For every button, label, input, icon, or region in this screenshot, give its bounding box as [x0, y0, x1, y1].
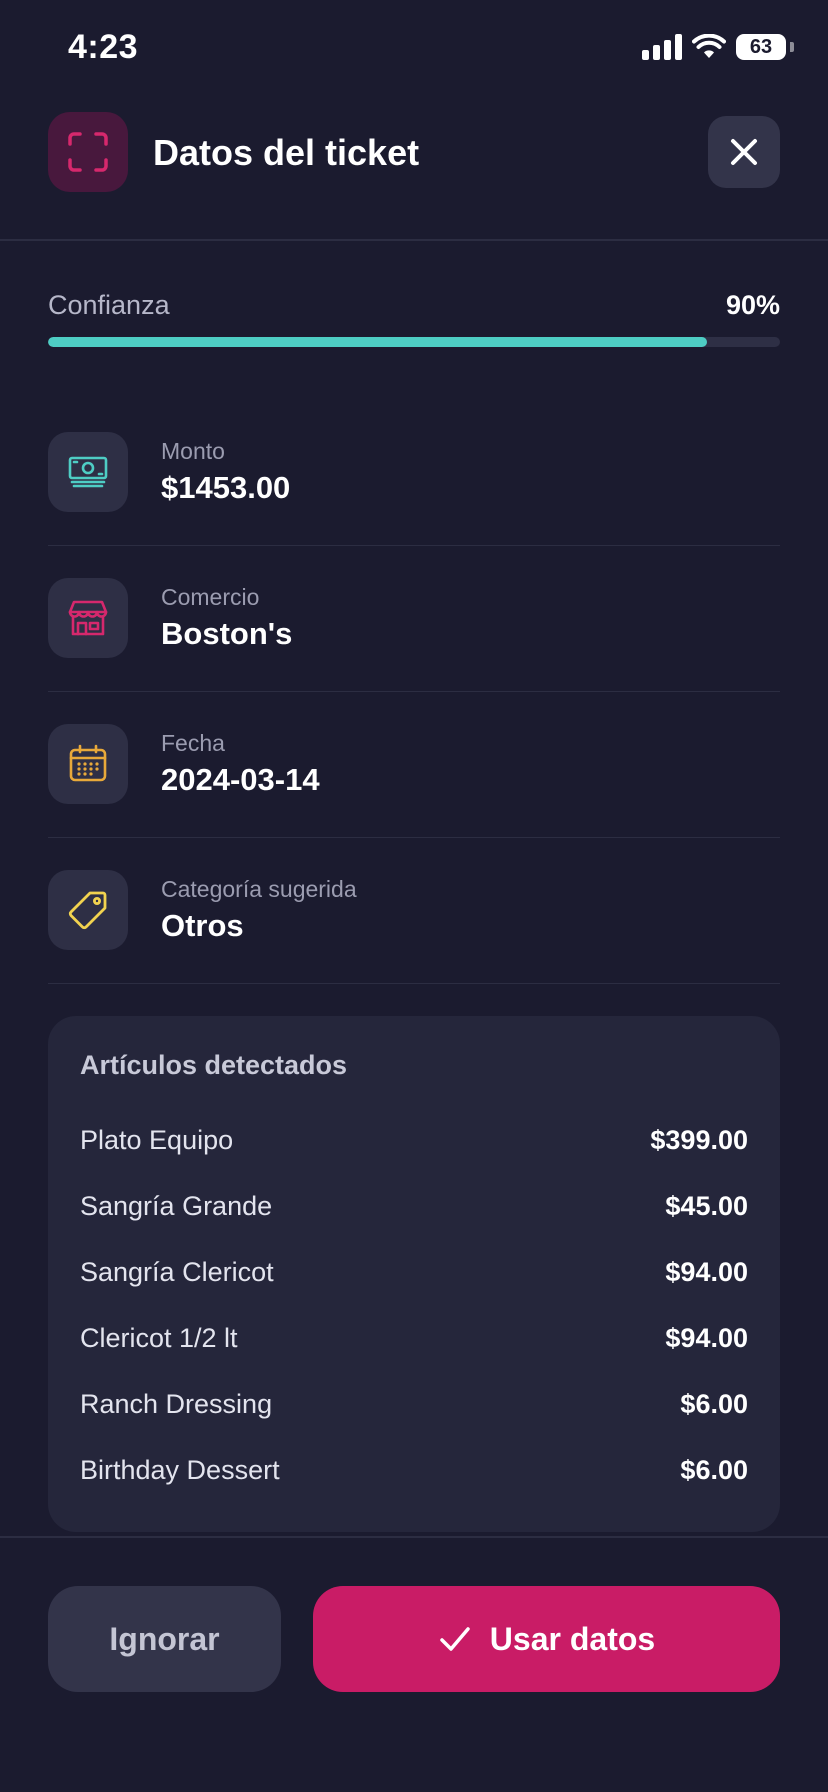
- use-data-button[interactable]: Usar datos: [313, 1586, 780, 1692]
- list-item: Birthday Dessert $6.00: [80, 1437, 748, 1503]
- field-merchant[interactable]: Comercio Boston's: [48, 546, 780, 692]
- ignore-button-label: Ignorar: [109, 1620, 220, 1657]
- detected-items-card: Artículos detectados Plato Equipo $399.0…: [48, 1016, 780, 1532]
- item-name: Clericot 1/2 lt: [80, 1322, 238, 1353]
- screen: 4:23 63 Datos del ticket Confianza 90% M…: [0, 0, 828, 1792]
- ignore-button[interactable]: Ignorar: [48, 1586, 281, 1692]
- field-value: Otros: [161, 908, 244, 943]
- list-item: Sangría Grande $45.00: [80, 1173, 748, 1239]
- confidence-label: Confianza: [48, 290, 170, 320]
- wifi-icon: [692, 34, 726, 58]
- item-name: Sangría Grande: [80, 1190, 273, 1221]
- list-item: Clericot 1/2 lt $94.00: [80, 1305, 748, 1371]
- field-value: 2024-03-14: [161, 762, 320, 797]
- item-name: Birthday Dessert: [80, 1454, 280, 1485]
- battery-level: 63: [749, 35, 773, 58]
- close-icon: [731, 139, 757, 165]
- field-date[interactable]: Fecha 2024-03-14: [48, 692, 780, 838]
- ticket-fields: Monto $1453.00 Comercio Boston's Fecha 2…: [48, 400, 780, 984]
- list-item: Ranch Dressing $6.00: [80, 1371, 748, 1437]
- status-bar: 4:23 63: [0, 0, 828, 100]
- confidence-section: Confianza 90%: [48, 290, 780, 347]
- scan-icon: [48, 112, 128, 192]
- use-data-button-label: Usar datos: [489, 1620, 656, 1657]
- field-amount[interactable]: Monto $1453.00: [48, 400, 780, 546]
- item-name: Sangría Clericot: [80, 1256, 274, 1287]
- item-price: $94.00: [665, 1322, 748, 1353]
- calendar-icon: [48, 724, 128, 804]
- item-price: $6.00: [680, 1388, 748, 1419]
- checkmark-icon: [440, 1627, 470, 1651]
- confidence-value: 90%: [725, 290, 780, 320]
- item-price: $94.00: [665, 1256, 748, 1287]
- status-icons: 63: [642, 34, 794, 60]
- cellular-signal-icon: [642, 34, 682, 60]
- list-item: Plato Equipo $399.00: [80, 1107, 748, 1173]
- field-value: $1453.00: [161, 470, 291, 505]
- item-name: Plato Equipo: [80, 1124, 234, 1155]
- sheet-header: Datos del ticket: [0, 100, 828, 241]
- item-price: $399.00: [650, 1124, 748, 1155]
- page-title: Datos del ticket: [153, 132, 420, 173]
- item-price: $6.00: [680, 1454, 748, 1485]
- battery-icon: 63: [736, 34, 786, 60]
- field-label: Monto: [161, 438, 225, 464]
- store-icon: [48, 578, 128, 658]
- field-value: Boston's: [161, 616, 293, 651]
- list-item: Sangría Clericot $94.00: [80, 1239, 748, 1305]
- detected-items-title: Artículos detectados: [80, 1050, 348, 1080]
- item-price: $45.00: [665, 1190, 748, 1221]
- confidence-progress-fill: [48, 337, 707, 347]
- field-label: Comercio: [161, 584, 260, 610]
- close-button[interactable]: [708, 116, 780, 188]
- confidence-progress-bar: [48, 337, 780, 347]
- action-footer: Ignorar Usar datos: [0, 1536, 828, 1792]
- status-time: 4:23: [68, 28, 139, 66]
- money-icon: [48, 432, 128, 512]
- item-name: Ranch Dressing: [80, 1388, 273, 1419]
- field-label: Categoría sugerida: [161, 876, 357, 902]
- tag-icon: [48, 870, 128, 950]
- field-label: Fecha: [161, 730, 225, 756]
- field-category[interactable]: Categoría sugerida Otros: [48, 838, 780, 984]
- battery-cap: [790, 42, 794, 52]
